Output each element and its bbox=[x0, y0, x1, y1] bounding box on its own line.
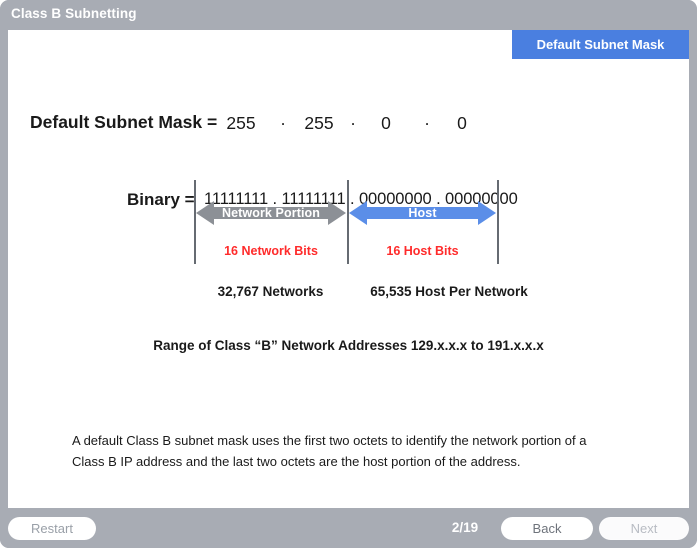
next-button[interactable]: Next bbox=[599, 517, 689, 540]
counts-row: 32,767 Networks 65,535 Host Per Network bbox=[8, 284, 689, 306]
octet-2: 255 bbox=[304, 113, 334, 133]
title-bar: Class B Subnetting bbox=[0, 0, 697, 30]
octet-separator-2: · bbox=[350, 113, 356, 133]
address-range-label: Range of Class “B” Network Addresses 129… bbox=[153, 338, 544, 353]
binary-value: 11111111 . 11111111 . 00000000 . 0000000… bbox=[204, 190, 518, 208]
octet-separator-3: · bbox=[424, 113, 430, 133]
binary-label: Binary = bbox=[127, 190, 195, 209]
host-bits-label: 16 Host Bits bbox=[386, 244, 459, 258]
app-window: Class B Subnetting Default Subnet Mask D… bbox=[0, 0, 697, 548]
back-button[interactable]: Back bbox=[501, 517, 593, 540]
hosts-count-label: 65,535 Host Per Network bbox=[370, 284, 528, 299]
octet-1: 255 bbox=[226, 113, 256, 133]
slide-canvas: Default Subnet Mask Default Subnet Mask … bbox=[8, 30, 689, 508]
binary-row: Binary = 11111111 . 11111111 . 00000000 … bbox=[8, 190, 689, 216]
networks-count-label: 32,767 Networks bbox=[217, 284, 324, 299]
page-title: Class B Subnetting bbox=[11, 6, 137, 21]
bit-count-row: 16 Network Bits 16 Host Bits bbox=[8, 244, 689, 264]
page-indicator: 2/19 bbox=[451, 520, 479, 535]
octet-3: 0 bbox=[381, 113, 391, 133]
subnet-mask-label: Default Subnet Mask = bbox=[30, 112, 218, 132]
topic-tab: Default Subnet Mask bbox=[512, 30, 689, 59]
octet-separator-1: · bbox=[280, 113, 286, 133]
bottom-toolbar: Restart 2/19 Back Next bbox=[0, 508, 697, 548]
octet-4: 0 bbox=[457, 113, 467, 133]
subnet-mask-row: Default Subnet Mask = 255 · 255 · 0 · 0 bbox=[8, 112, 689, 142]
topic-tab-label: Default Subnet Mask bbox=[536, 37, 665, 52]
network-bits-label: 16 Network Bits bbox=[224, 244, 318, 258]
description-text: A default Class B subnet mask uses the f… bbox=[72, 433, 587, 469]
restart-button[interactable]: Restart bbox=[8, 517, 96, 540]
